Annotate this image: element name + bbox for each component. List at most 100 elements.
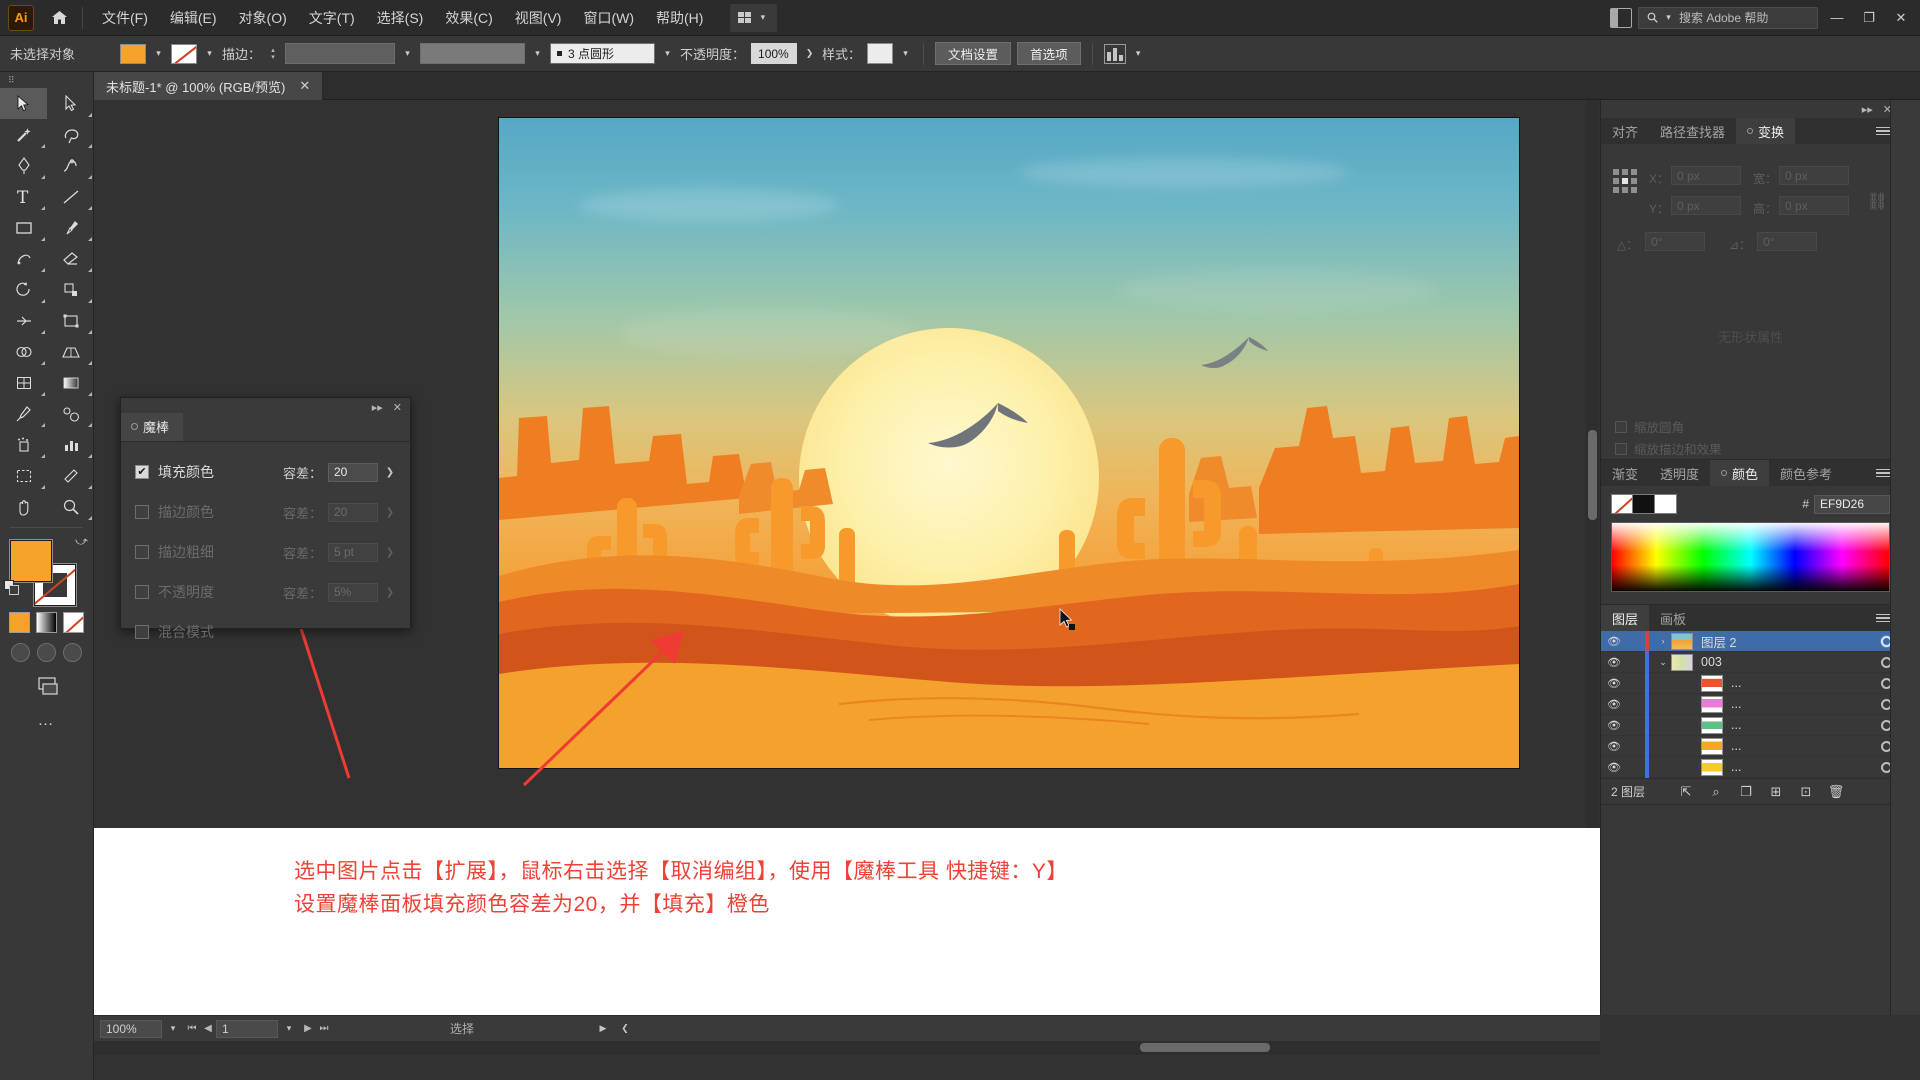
layer-row-3[interactable]: 👁 ... <box>1601 693 1900 715</box>
stroke-chevron-icon[interactable]: ▾ <box>203 44 216 64</box>
rotate-tool[interactable] <box>0 274 47 305</box>
menu-file[interactable]: 文件(F) <box>91 2 159 34</box>
stroke-weight-chevron-icon[interactable]: ▾ <box>401 44 414 64</box>
document-tab[interactable]: 未标题-1* @ 100% (RGB/预览) ✕ <box>94 72 324 100</box>
slice-tool[interactable] <box>47 460 94 491</box>
blend-mode-checkbox[interactable]: ✔ <box>135 625 149 639</box>
paintbrush-tool[interactable] <box>47 212 94 243</box>
tab-align[interactable]: 对齐 <box>1601 118 1650 144</box>
draw-normal-icon[interactable] <box>11 643 30 662</box>
prev-artboard-icon[interactable]: ◀ <box>200 1023 216 1034</box>
menu-edit[interactable]: 编辑(E) <box>159 2 228 34</box>
opacity-checkbox[interactable]: ✔ <box>135 585 149 599</box>
preferences-button[interactable]: 首选项 <box>1017 42 1081 65</box>
magic-wand-panel[interactable]: ▸▸ ✕ 魔棒 ✔ 填充颜色 容差： 20 ❯ 描边颜色 容差： 20 ❯ 描边… <box>120 397 411 640</box>
free-transform-tool[interactable] <box>47 305 94 336</box>
constrain-proportions-icon[interactable]: ⛓ <box>1866 192 1888 212</box>
layer-row-1[interactable]: 👁 ⌄ 003 <box>1601 651 1900 673</box>
wand-row-blend-mode[interactable]: ✔ 混合模式 <box>135 612 396 652</box>
expand-icon[interactable]: ⌄ <box>1655 657 1671 668</box>
brush-chevron-icon[interactable]: ▾ <box>661 44 674 64</box>
transform-w-field[interactable]: 0 px <box>1779 166 1849 185</box>
opacity-tolerance-input[interactable]: 5% <box>328 582 378 602</box>
stroke-weight-stepper[interactable]: ▴ ▾ <box>267 44 279 64</box>
transform-shear-field[interactable]: 0° <box>1757 232 1817 251</box>
visibility-icon[interactable]: 👁 <box>1601 698 1627 711</box>
layer-row-4[interactable]: 👁 ... <box>1601 714 1900 736</box>
align-chevron-icon[interactable]: ▾ <box>1132 44 1145 64</box>
magic-wand-tool[interactable] <box>0 119 47 150</box>
search-adobe-help[interactable]: ▾ 搜索 Adobe 帮助 <box>1638 6 1818 29</box>
default-fill-stroke-icon[interactable] <box>4 580 20 596</box>
close-button[interactable]: ✕ <box>1888 4 1914 32</box>
none-mode-button[interactable] <box>63 612 84 633</box>
stroke-weight-tolerance-input[interactable]: 5 pt <box>328 542 378 562</box>
menu-help[interactable]: 帮助(H) <box>645 2 714 34</box>
type-tool[interactable]: T <box>0 181 47 212</box>
arrange-documents-icon[interactable] <box>1610 7 1632 28</box>
transform-h-field[interactable]: 0 px <box>1779 196 1849 215</box>
tab-layers[interactable]: 图层 <box>1601 605 1650 631</box>
draw-behind-icon[interactable] <box>37 643 56 662</box>
scale-corners-checkbox[interactable] <box>1615 420 1627 433</box>
visibility-icon[interactable]: 👁 <box>1601 761 1627 774</box>
menu-effect[interactable]: 效果(C) <box>434 2 503 34</box>
scale-strokes-checkbox-row[interactable]: 缩放描边和效果 <box>1615 439 1722 458</box>
selection-tool[interactable] <box>0 88 47 119</box>
visibility-icon[interactable]: 👁 <box>1601 677 1627 690</box>
draw-inside-icon[interactable] <box>63 643 82 662</box>
horizontal-scroll-thumb[interactable] <box>1140 1043 1270 1052</box>
document-setup-button[interactable]: 文档设置 <box>935 42 1012 65</box>
fill-color-checkbox[interactable]: ✔ <box>135 465 149 479</box>
eyedropper-tool[interactable] <box>0 398 47 429</box>
layer-row-6[interactable]: 👁 ... <box>1601 756 1900 778</box>
close-icon[interactable]: ✕ <box>393 401 402 414</box>
transform-y-field[interactable]: 0 px <box>1671 196 1741 215</box>
fill-tolerance-expand-icon[interactable]: ❯ <box>384 467 396 478</box>
menu-view[interactable]: 视图(V) <box>504 2 573 34</box>
menu-object[interactable]: 对象(O) <box>228 2 298 34</box>
zoom-level-field[interactable]: 100% <box>100 1019 162 1038</box>
visibility-icon[interactable]: 👁 <box>1601 635 1627 648</box>
hex-input[interactable]: EF9D26 <box>1814 494 1890 514</box>
layer-row-5[interactable]: 👁 ... <box>1601 735 1900 757</box>
transform-panel-header[interactable]: ▸▸ ✕ <box>1601 100 1900 118</box>
stroke-weight-checkbox[interactable]: ✔ <box>135 545 149 559</box>
line-segment-tool[interactable] <box>47 181 94 212</box>
tab-gradient[interactable]: 渐变 <box>1601 460 1650 486</box>
style-chevron-icon[interactable]: ▾ <box>899 44 912 64</box>
stroke-profile-chevron-icon[interactable]: ▾ <box>531 44 544 64</box>
duplicate-layer-icon[interactable]: ❐ <box>1731 784 1761 800</box>
width-tool[interactable] <box>0 305 47 336</box>
eraser-tool[interactable] <box>47 243 94 274</box>
first-artboard-icon[interactable]: ⏮ <box>184 1023 200 1034</box>
close-icon[interactable]: ✕ <box>299 78 310 94</box>
blend-tool[interactable] <box>47 398 94 429</box>
fill-color-swatch[interactable] <box>120 43 146 64</box>
opacity-expand-icon[interactable]: ❯ <box>384 587 396 598</box>
fill-swatch-large[interactable] <box>10 540 52 582</box>
wand-row-stroke-color[interactable]: ✔ 描边颜色 容差： 20 ❯ <box>135 492 396 532</box>
artboard[interactable] <box>499 118 1519 768</box>
last-artboard-icon[interactable]: ⏭ <box>316 1023 332 1034</box>
layer-row-0[interactable]: 👁 › 图层 2 <box>1601 630 1900 652</box>
locate-object-icon[interactable]: ⇱ <box>1671 784 1701 800</box>
zoom-chevron-icon[interactable]: ▾ <box>162 1023 184 1034</box>
shape-builder-tool[interactable] <box>0 336 47 367</box>
fill-chevron-icon[interactable]: ▾ <box>152 44 165 64</box>
horizontal-scrollbar[interactable] <box>94 1041 1600 1055</box>
tab-artboards[interactable]: 画板 <box>1649 605 1698 631</box>
new-layer-icon[interactable]: ⊡ <box>1791 784 1821 800</box>
tab-color[interactable]: 颜色 <box>1710 460 1770 486</box>
swap-fill-stroke-icon[interactable]: ⤻ <box>75 534 88 549</box>
align-icon[interactable] <box>1103 43 1126 64</box>
artboard-tool[interactable] <box>0 460 47 491</box>
layer-row-2[interactable]: 👁 ... <box>1601 672 1900 694</box>
fill-tolerance-input[interactable]: 20 <box>328 462 378 482</box>
graphic-style-swatch[interactable] <box>867 43 894 64</box>
lasso-tool[interactable] <box>47 119 94 150</box>
direct-selection-tool[interactable] <box>47 88 94 119</box>
tab-transparency[interactable]: 透明度 <box>1649 460 1711 486</box>
stroke-tolerance-expand-icon[interactable]: ❯ <box>384 507 396 518</box>
stroke-color-swatch[interactable] <box>171 43 197 64</box>
